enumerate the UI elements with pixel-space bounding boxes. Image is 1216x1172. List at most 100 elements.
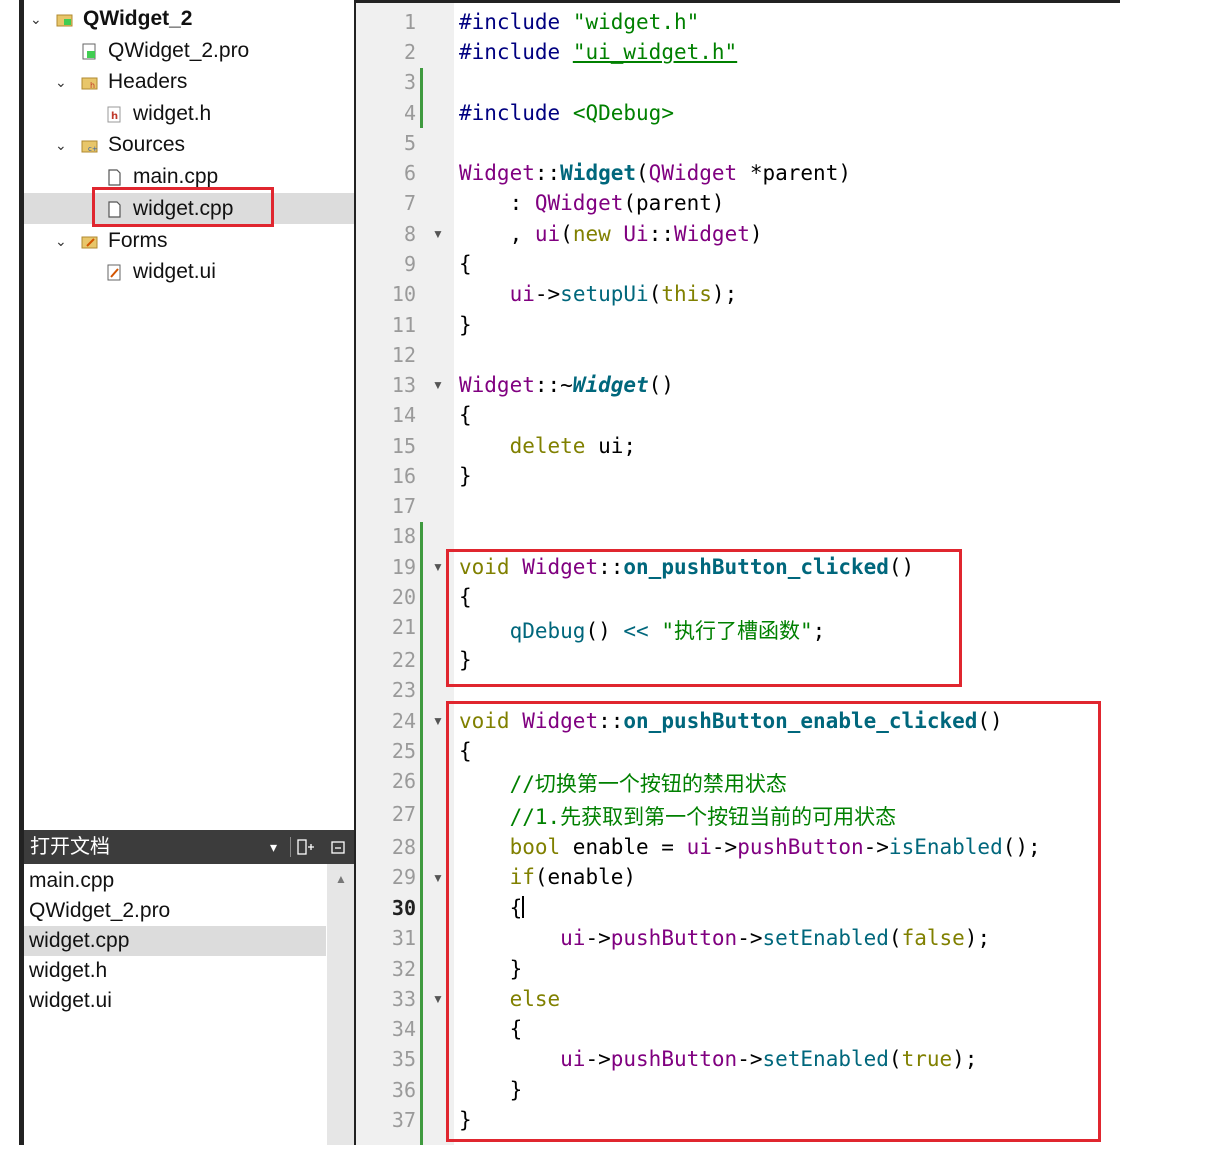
line-number: 14 bbox=[391, 403, 416, 427]
open-documents-list: main.cpp QWidget_2.pro widget.cpp widget… bbox=[24, 864, 355, 1145]
code-line-35: ui->pushButton->setEnabled(true); bbox=[560, 1047, 978, 1071]
line-number: 37 bbox=[391, 1108, 416, 1132]
pro-file-icon bbox=[82, 43, 96, 60]
line-number: 5 bbox=[403, 131, 416, 155]
line-number: 15 bbox=[391, 434, 416, 458]
chevron-down-icon[interactable]: ⌄ bbox=[30, 4, 44, 27]
change-marker bbox=[420, 522, 423, 1145]
code-line-1: #include "widget.h" bbox=[459, 10, 700, 34]
chevron-down-icon[interactable]: ⌄ bbox=[55, 226, 69, 249]
scroll-up-icon[interactable]: ▲ bbox=[335, 872, 347, 886]
code-line-37: } bbox=[459, 1108, 472, 1132]
open-doc-item[interactable]: main.cpp bbox=[29, 866, 114, 896]
code-line-19: void Widget::on_pushButton_clicked() bbox=[459, 555, 915, 579]
code-line-34: { bbox=[459, 1017, 523, 1041]
line-number: 29 bbox=[391, 865, 416, 889]
line-number: 25 bbox=[391, 739, 416, 763]
code-line-32: } bbox=[459, 957, 523, 981]
code-line-11: } bbox=[459, 313, 472, 337]
line-number: 1 bbox=[403, 10, 416, 34]
line-number: 7 bbox=[403, 191, 416, 215]
line-number: 17 bbox=[391, 494, 416, 518]
folder-icon: c+ bbox=[81, 140, 98, 153]
tree-item-label: QWidget_2.pro bbox=[108, 39, 250, 62]
open-doc-item[interactable]: widget.ui bbox=[29, 986, 112, 1016]
svg-text:c+: c+ bbox=[88, 145, 98, 153]
code-line-26: //切换第一个按钮的禁用状态 bbox=[459, 772, 787, 796]
line-number: 24 bbox=[391, 709, 416, 733]
chevron-down-icon[interactable]: ⌄ bbox=[55, 67, 69, 90]
code-line-2: #include "ui_widget.h" bbox=[459, 40, 738, 64]
qt-project-icon bbox=[56, 14, 73, 27]
code-line-9: { bbox=[459, 252, 472, 276]
line-number: 31 bbox=[391, 926, 416, 950]
file-icon bbox=[108, 201, 121, 218]
open-documents-header: 打开文档 ▾ bbox=[24, 830, 355, 864]
code-line-20: { bbox=[459, 585, 472, 609]
code-line-30: { bbox=[459, 896, 525, 920]
line-number: 10 bbox=[391, 282, 416, 306]
line-number: 8 bbox=[403, 222, 416, 246]
svg-text:h: h bbox=[90, 81, 95, 90]
line-number: 20 bbox=[391, 585, 416, 609]
change-marker bbox=[420, 68, 423, 128]
line-number: 30 bbox=[391, 896, 416, 920]
scrollbar[interactable]: ▲ bbox=[327, 864, 355, 1145]
header-separator bbox=[290, 837, 291, 857]
close-pane-icon[interactable] bbox=[331, 841, 345, 854]
tree-item-label: widget.ui bbox=[133, 260, 216, 283]
open-documents-title: 打开文档 bbox=[30, 836, 110, 858]
code-line-6: Widget::Widget(QWidget *parent) bbox=[459, 161, 851, 185]
code-line-8: , ui(new Ui::Widget) bbox=[459, 222, 763, 246]
svg-text:h: h bbox=[111, 111, 118, 122]
header-file-icon: h bbox=[107, 106, 121, 123]
line-number: 12 bbox=[391, 343, 416, 367]
code-line-33: else bbox=[509, 987, 561, 1011]
code-line-7: : QWidget(parent) bbox=[459, 191, 725, 215]
code-line-22: } bbox=[459, 648, 472, 672]
fold-marker-icon[interactable]: ▼ bbox=[432, 227, 444, 241]
line-number: 33 bbox=[391, 987, 416, 1011]
tree-folder-label: Forms bbox=[108, 229, 168, 252]
line-number: 22 bbox=[391, 648, 416, 672]
line-number: 3 bbox=[403, 70, 416, 94]
file-icon bbox=[108, 169, 121, 186]
open-doc-item[interactable]: widget.h bbox=[29, 956, 107, 986]
code-line-13: Widget::~Widget() bbox=[459, 373, 674, 397]
tree-root-label: QWidget_2 bbox=[83, 7, 193, 30]
folder-icon bbox=[81, 236, 98, 249]
fold-marker-icon[interactable]: ▼ bbox=[432, 992, 444, 1006]
code-line-29: if(enable) bbox=[509, 865, 637, 889]
line-number: 19 bbox=[391, 555, 416, 579]
ide-window: ⌄ QWidget_2 QWidget_2.pro ⌄ h Headers h … bbox=[0, 0, 1120, 1145]
tree-item-label: main.cpp bbox=[133, 165, 219, 188]
line-number: 27 bbox=[391, 802, 416, 826]
line-number: 9 bbox=[403, 252, 416, 276]
fold-marker-icon[interactable]: ▼ bbox=[432, 714, 444, 728]
tree-item-label: widget.h bbox=[133, 102, 212, 125]
code-line-27: //1.先获取到第一个按钮当前的可用状态 bbox=[459, 805, 897, 829]
tree-folder-label: Headers bbox=[108, 70, 188, 93]
code-line-21: qDebug() << "执行了槽函数"; bbox=[509, 619, 826, 643]
line-number: 13 bbox=[391, 373, 416, 397]
code-line-4: #include <QDebug> bbox=[459, 101, 674, 125]
folder-icon: h bbox=[81, 77, 98, 90]
split-icon[interactable] bbox=[297, 839, 315, 855]
fold-marker-icon[interactable]: ▼ bbox=[432, 560, 444, 574]
line-number: 26 bbox=[391, 769, 416, 793]
line-number: 35 bbox=[391, 1047, 416, 1071]
fold-marker-icon[interactable]: ▼ bbox=[432, 378, 444, 392]
fold-marker-icon[interactable]: ▼ bbox=[432, 871, 444, 885]
code-editor[interactable]: #include "widget.h" #include "ui_widget.… bbox=[459, 0, 1119, 1145]
code-line-36: } bbox=[459, 1078, 523, 1102]
line-number: 34 bbox=[391, 1017, 416, 1041]
line-number: 16 bbox=[391, 464, 416, 488]
open-doc-item[interactable]: widget.cpp bbox=[29, 926, 129, 956]
code-line-10: ui->setupUi(this); bbox=[509, 282, 738, 306]
tree-item-label: widget.cpp bbox=[133, 197, 234, 220]
tree-folder-label: Sources bbox=[108, 133, 186, 156]
dropdown-arrow-icon[interactable]: ▾ bbox=[270, 830, 277, 864]
chevron-down-icon[interactable]: ⌄ bbox=[55, 130, 69, 153]
code-line-14: { bbox=[459, 403, 472, 427]
open-doc-item[interactable]: QWidget_2.pro bbox=[29, 896, 170, 926]
